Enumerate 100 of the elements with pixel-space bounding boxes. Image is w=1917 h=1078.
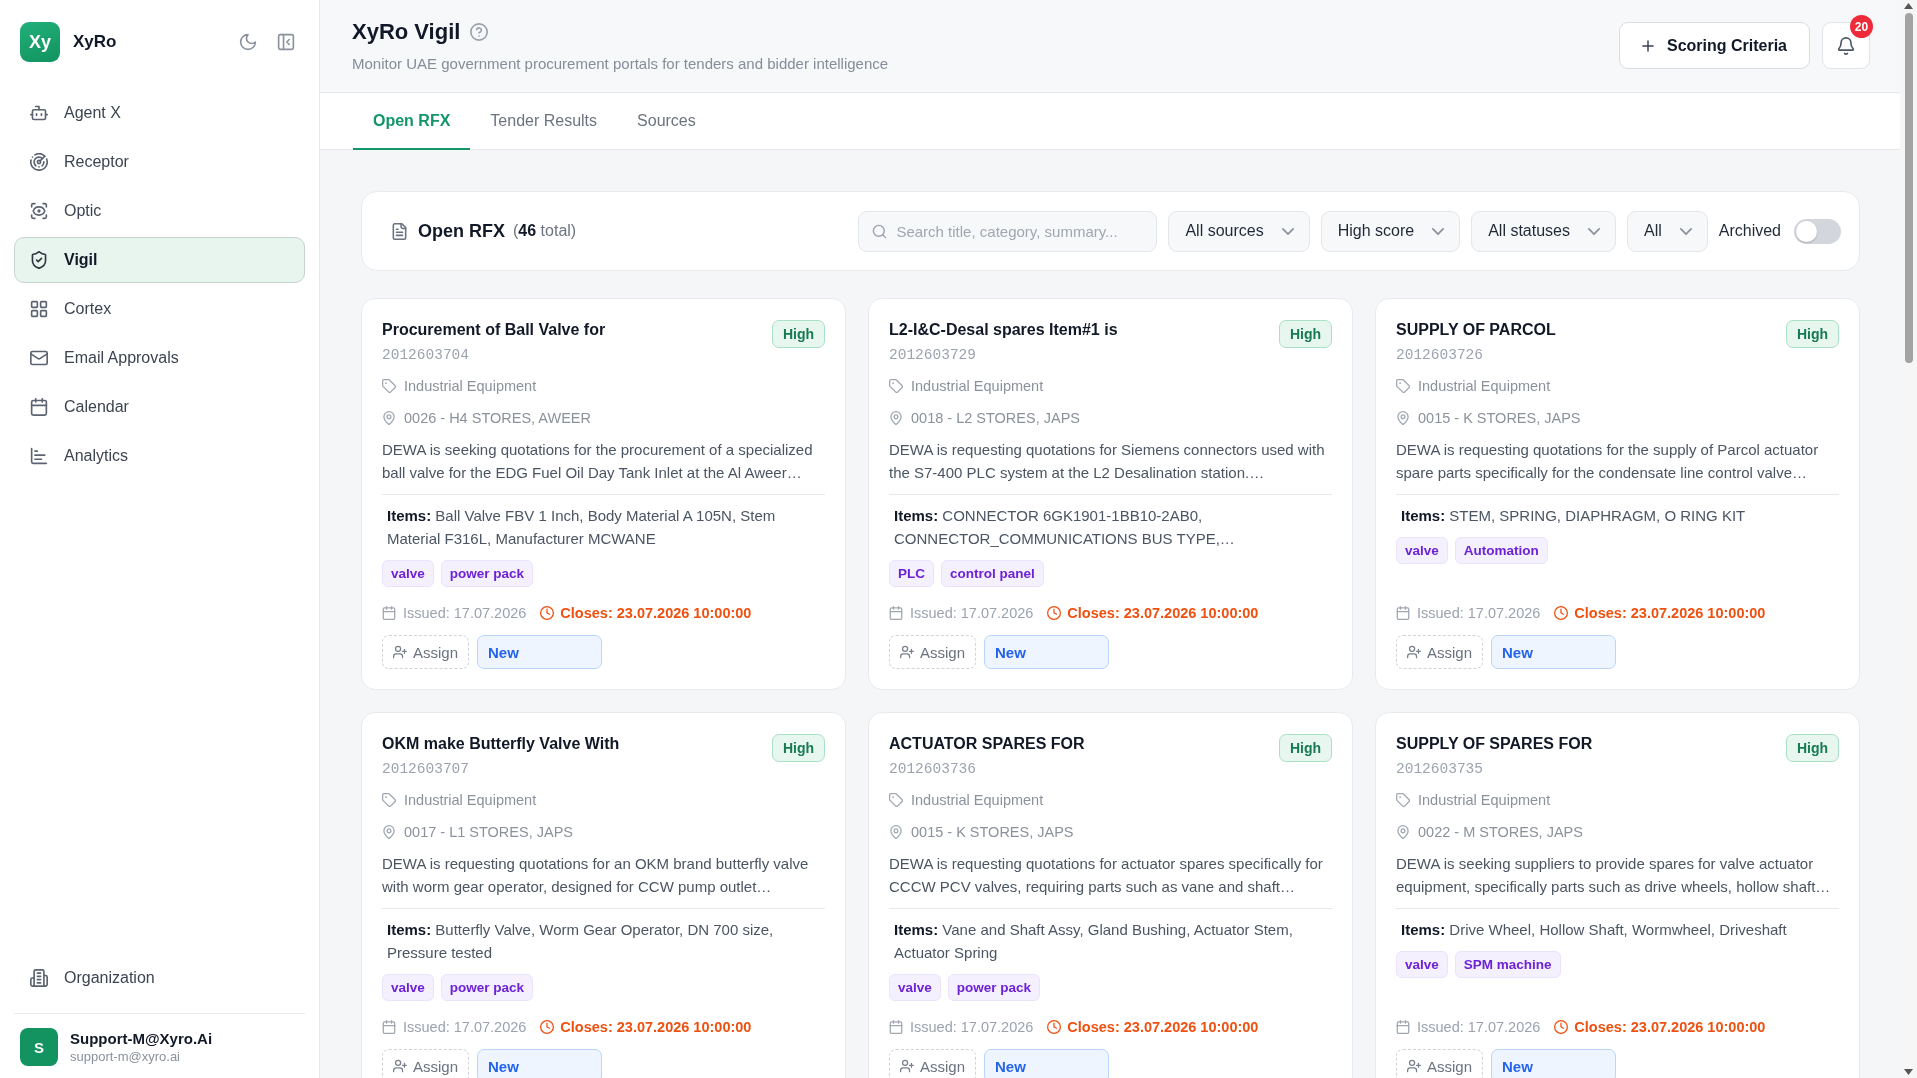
keyword-tag: power pack [440, 560, 534, 587]
help-icon [470, 23, 489, 41]
calendar-icon [382, 606, 396, 620]
map-pin-icon [382, 411, 396, 425]
app-logo: Xy [20, 22, 60, 62]
chevron-down-icon [1281, 227, 1294, 235]
chevron-down-icon [1432, 227, 1445, 235]
tender-id: 2012603707 [382, 760, 470, 778]
nav-item[interactable]: Optic [14, 188, 305, 234]
document-icon [391, 222, 408, 240]
nav-item[interactable]: Analytics [14, 433, 305, 479]
calendar-icon [889, 606, 903, 620]
status-select[interactable]: New [477, 635, 603, 669]
scroll-up-icon [1904, 3, 1913, 9]
closing-date: Closes: 23.07.2026 10:00:00 [560, 605, 752, 621]
search-field[interactable]: Search title, category, summary... [858, 210, 1158, 252]
status-select[interactable]: New [984, 635, 1110, 669]
clock-icon [1554, 1020, 1569, 1034]
user-plus-icon [900, 645, 914, 659]
keyword-tag: control panel [941, 560, 1044, 587]
user-name: Support-M@Xyro.Ai [70, 1029, 213, 1048]
total-count: (46 total) [513, 222, 577, 240]
closing-date: Closes: 23.07.2026 10:00:00 [1067, 1019, 1259, 1035]
page-title: XyRo Vigil [352, 18, 461, 46]
summary-text: DEWA is seeking suppliers to provide spares for valve actuator equipment, specifically parts such as drive wheels, hollow shaft… [1396, 854, 1832, 897]
collapse-sidebar-button[interactable] [277, 33, 295, 51]
nav-item[interactable]: Vigil [14, 237, 305, 283]
nav-item[interactable]: Receptor [14, 139, 305, 185]
user-plus-icon [1407, 1059, 1421, 1073]
tag-icon [382, 379, 396, 393]
status-select[interactable]: New [984, 1049, 1110, 1078]
nav-item[interactable]: Email Approvals [14, 335, 305, 381]
tab[interactable]: Tender Results [470, 93, 618, 150]
issued-date: Issued: 17.07.2026 [1417, 605, 1541, 621]
keyword-tag: valve [1396, 951, 1448, 978]
tender-id: 2012603735 [1396, 760, 1484, 778]
status-select[interactable]: New [477, 1049, 603, 1078]
items-text: Items: Drive Wheel, Hollow Shaft, Wormwheel, Driveshaft [1400, 920, 1788, 940]
nav-item[interactable]: Calendar [14, 384, 305, 430]
issued-date: Issued: 17.07.2026 [910, 1019, 1034, 1035]
assign-button[interactable]: Assign [1396, 1049, 1484, 1078]
plus-icon [1639, 37, 1656, 54]
nav-item[interactable]: Organization [14, 955, 305, 1001]
keyword-tag: valve [382, 560, 434, 587]
category-label: Industrial Equipment [911, 792, 1044, 808]
assign-button[interactable]: Assign [889, 635, 977, 669]
filter-dropdown[interactable]: High score [1320, 210, 1461, 252]
closing-date: Closes: 23.07.2026 10:00:00 [560, 1019, 752, 1035]
summary-text: DEWA is requesting quotations for Siemens connectors used with the S7-400 PLC system at the L2 Desalination station.… [889, 440, 1326, 483]
tab[interactable]: Sources [617, 93, 716, 150]
items-text: Items: Vane and Shaft Assy, Gland Bushing, Actuator Stem, Actuator Spring [893, 920, 1294, 963]
user-email: support-m@xyro.ai [70, 1048, 181, 1065]
card-title: SUPPLY OF PARCOL [1396, 320, 1557, 340]
priority-badge: High [1785, 734, 1839, 762]
calendar-icon [889, 1020, 903, 1034]
location-label: 0015 - K STORES, JAPS [1418, 410, 1581, 426]
archived-toggle[interactable] [1794, 218, 1841, 244]
assign-button[interactable]: Assign [1396, 635, 1484, 669]
issued-date: Issued: 17.07.2026 [403, 1019, 527, 1035]
scoring-criteria-button[interactable]: Scoring Criteria [1618, 22, 1810, 69]
nav-item[interactable]: Cortex [14, 286, 305, 332]
keyword-tag: valve [889, 974, 941, 1001]
sidebar-panel-icon [277, 33, 295, 51]
nav-item[interactable]: Agent X [14, 90, 305, 136]
priority-badge: High [771, 734, 825, 762]
closing-date: Closes: 23.07.2026 10:00:00 [1574, 1019, 1766, 1035]
card-title: Procurement of Ball Valve for [382, 320, 607, 340]
app-name: XyRo [73, 32, 117, 52]
priority-badge: High [1278, 320, 1332, 348]
assign-button[interactable]: Assign [382, 635, 470, 669]
filter-dropdown[interactable]: All statuses [1471, 210, 1616, 252]
scrollbar-thumb[interactable] [1904, 13, 1913, 363]
keyword-tag: valve [1396, 537, 1448, 564]
status-select[interactable]: New [1491, 635, 1617, 669]
chevron-down-icon [1587, 227, 1600, 235]
keyword-tag: PLC [889, 560, 934, 587]
radar-icon [30, 153, 48, 171]
clock-icon [540, 606, 555, 620]
filter-dropdown[interactable]: All sources [1168, 210, 1310, 252]
map-pin-icon [1396, 825, 1410, 839]
keyword-tag: valve [382, 974, 434, 1001]
keyword-tag: Automation [1454, 537, 1548, 564]
tab[interactable]: Open RFX [353, 93, 471, 150]
assign-button[interactable]: Assign [382, 1049, 470, 1078]
archived-label: Archived [1718, 222, 1781, 240]
card-title: SUPPLY OF SPARES FOR [1396, 734, 1594, 754]
building-icon [30, 969, 48, 987]
issued-date: Issued: 17.07.2026 [1417, 1019, 1541, 1035]
user-plus-icon [393, 1059, 407, 1073]
items-text: Items: CONNECTOR 6GK1901-1BB10-2AB0, CONNECTOR_COMMUNICATIONS BUS TYPE,… [893, 506, 1236, 549]
page-subtitle: Monitor UAE government procurement portals for tenders and bidder intelligence [352, 54, 890, 74]
list-title: Open RFX [418, 220, 505, 242]
filter-dropdown[interactable]: All [1626, 210, 1708, 252]
scrollbar[interactable] [1900, 0, 1917, 1078]
search-icon [872, 223, 888, 239]
theme-toggle-button[interactable] [239, 33, 257, 51]
summary-text: DEWA is requesting quotations for the supply of Parcol actuator spare parts specifically for the condensate line control valve… [1396, 440, 1820, 483]
status-select[interactable]: New [1491, 1049, 1617, 1078]
tag-icon [1396, 793, 1410, 807]
assign-button[interactable]: Assign [889, 1049, 977, 1078]
